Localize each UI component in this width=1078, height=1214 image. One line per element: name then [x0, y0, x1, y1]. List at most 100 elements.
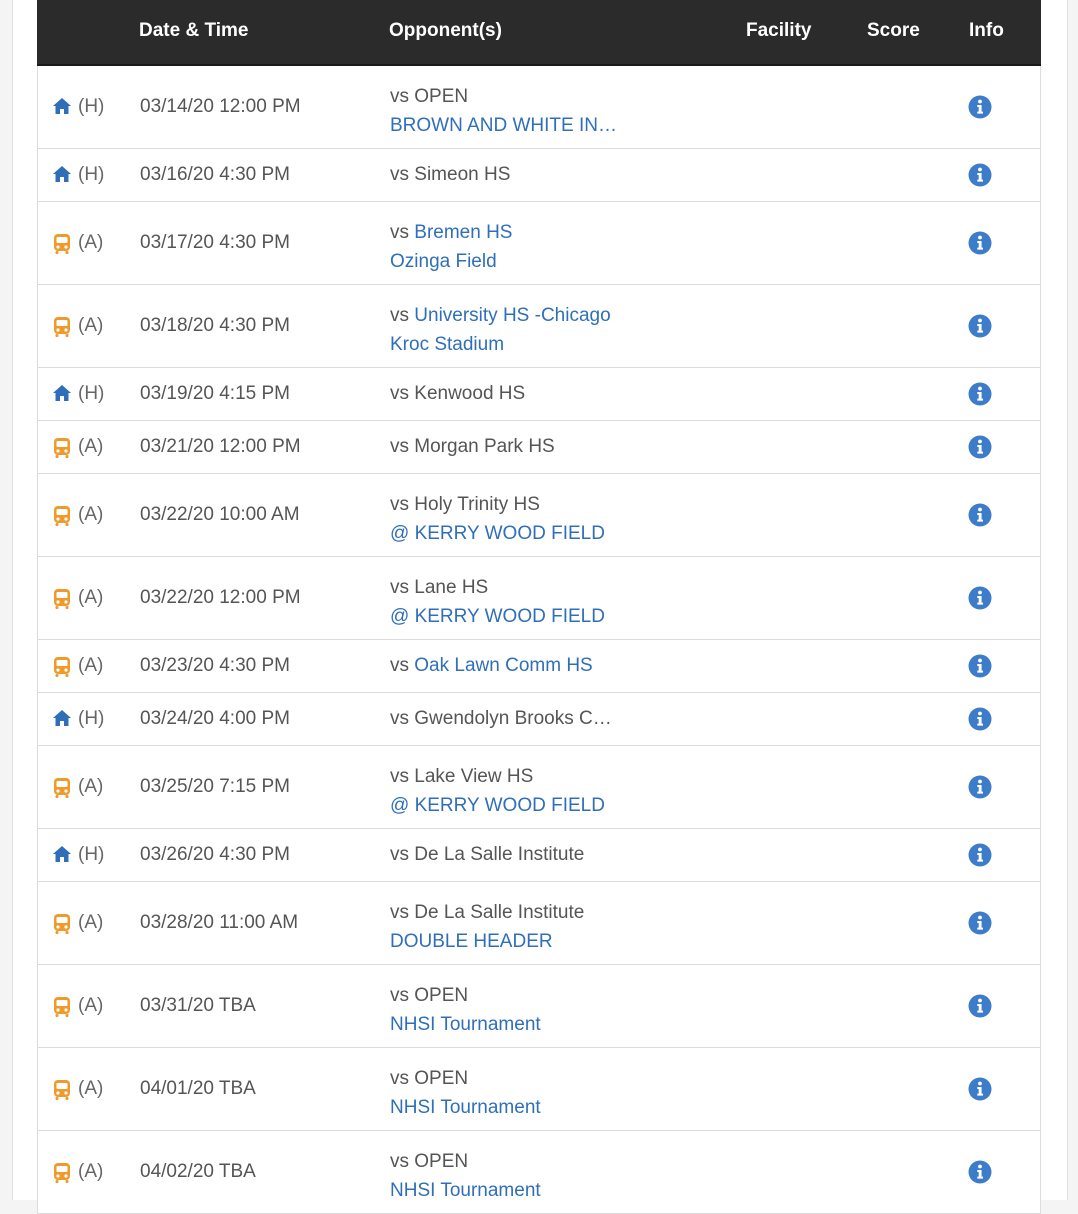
table-row[interactable]: (H) 03/16/20 4:30 PM vs Simeon HS: [37, 149, 1041, 202]
table-row[interactable]: (A) 03/22/20 12:00 PM vs Lane HS @ KERRY…: [37, 557, 1041, 640]
info-icon[interactable]: [968, 911, 992, 935]
location-cell: (A): [52, 995, 103, 1017]
location-label: (H): [78, 96, 105, 117]
bus-icon: [52, 233, 72, 254]
table-row[interactable]: (A) 03/18/20 4:30 PM vs University HS -C…: [37, 285, 1041, 368]
table-row[interactable]: (A) 03/22/20 10:00 AM vs Holy Trinity HS…: [37, 474, 1041, 557]
info-icon[interactable]: [968, 314, 992, 338]
location-cell: (A): [52, 1078, 103, 1100]
opponent-name: vs Gwendolyn Brooks C…: [390, 708, 612, 729]
home-icon: [52, 384, 72, 404]
event-link[interactable]: @ KERRY WOOD FIELD: [390, 606, 605, 627]
event-link[interactable]: BROWN AND WHITE IN…: [390, 115, 617, 136]
bus-icon: [52, 505, 72, 526]
table-row[interactable]: (A) 03/23/20 4:30 PM vs Oak Lawn Comm HS: [37, 640, 1041, 693]
location-cell: (H): [52, 164, 104, 186]
bus-icon: [52, 777, 72, 798]
info-icon[interactable]: [968, 775, 992, 799]
table-row[interactable]: (H) 03/19/20 4:15 PM vs Kenwood HS: [37, 368, 1041, 421]
table-row[interactable]: (A) 03/31/20 TBA vs OPEN NHSI Tournament: [37, 965, 1041, 1048]
opponent-link[interactable]: Bremen HS: [414, 222, 512, 243]
bus-icon: [52, 996, 72, 1017]
location-label: (H): [78, 383, 105, 404]
location-cell: (H): [52, 708, 104, 730]
header-opponents: Opponent(s): [389, 20, 502, 41]
location-cell: (A): [52, 1161, 103, 1183]
date-time: 03/22/20 10:00 AM: [140, 504, 300, 525]
opponent-name: vs OPEN: [390, 86, 469, 107]
info-icon[interactable]: [968, 1077, 992, 1101]
location-label: (A): [78, 587, 104, 608]
info-icon[interactable]: [968, 707, 992, 731]
date-time: 04/01/20 TBA: [140, 1078, 256, 1099]
event-link[interactable]: Kroc Stadium: [390, 334, 504, 355]
date-time: 03/24/20 4:00 PM: [140, 708, 290, 729]
info-icon[interactable]: [968, 586, 992, 610]
bus-icon: [52, 1079, 72, 1100]
date-time: 03/21/20 12:00 PM: [140, 436, 301, 457]
opponent-cell: vs Gwendolyn Brooks C…: [390, 708, 720, 730]
event-link[interactable]: Ozinga Field: [390, 251, 497, 272]
table-row[interactable]: (H) 03/14/20 12:00 PM vs OPEN BROWN AND …: [37, 66, 1041, 149]
opponent-cell: vs Kenwood HS: [390, 383, 720, 405]
table-row[interactable]: (A) 03/21/20 12:00 PM vs Morgan Park HS: [37, 421, 1041, 474]
location-cell: (A): [52, 587, 103, 609]
opponent-cell: vs OPEN BROWN AND WHITE IN…: [390, 82, 720, 140]
opponent-name: vs OPEN: [390, 1151, 469, 1172]
bus-icon: [52, 437, 72, 458]
location-label: (H): [78, 164, 105, 185]
event-link[interactable]: NHSI Tournament: [390, 1097, 541, 1118]
opponent-cell: vs OPEN NHSI Tournament: [390, 1064, 720, 1122]
table-row[interactable]: (H) 03/26/20 4:30 PM vs De La Salle Inst…: [37, 829, 1041, 882]
table-row[interactable]: (A) 04/02/20 TBA vs OPEN NHSI Tournament: [37, 1131, 1041, 1214]
opponent-cell: vs Morgan Park HS: [390, 436, 720, 458]
header-date-time: Date & Time: [139, 20, 249, 41]
table-body: (H) 03/14/20 12:00 PM vs OPEN BROWN AND …: [37, 66, 1041, 1214]
info-icon[interactable]: [968, 843, 992, 867]
date-time: 03/19/20 4:15 PM: [140, 383, 290, 404]
opponent-name: vs: [390, 305, 415, 326]
date-time: 03/28/20 11:00 AM: [140, 912, 299, 933]
table-row[interactable]: (A) 03/17/20 4:30 PM vs Bremen HS Ozinga…: [37, 202, 1041, 285]
opponent-link[interactable]: University HS -Chicago: [414, 305, 610, 326]
opponent-name: vs: [390, 222, 415, 243]
schedule-table: Date & Time Opponent(s) Facility Score I…: [37, 0, 1041, 1214]
info-icon[interactable]: [968, 435, 992, 459]
location-label: (A): [78, 912, 104, 933]
date-time: 03/23/20 4:30 PM: [140, 655, 290, 676]
bus-icon: [52, 588, 72, 609]
opponent-name: vs De La Salle Institute: [390, 902, 585, 923]
bus-icon: [52, 656, 72, 677]
date-time: 03/22/20 12:00 PM: [140, 587, 301, 608]
opponent-cell: vs Bremen HS Ozinga Field: [390, 218, 720, 276]
event-link[interactable]: @ KERRY WOOD FIELD: [390, 523, 605, 544]
info-icon[interactable]: [968, 994, 992, 1018]
info-icon[interactable]: [968, 382, 992, 406]
event-link[interactable]: NHSI Tournament: [390, 1180, 541, 1201]
info-icon[interactable]: [968, 163, 992, 187]
table-row[interactable]: (A) 04/01/20 TBA vs OPEN NHSI Tournament: [37, 1048, 1041, 1131]
table-row[interactable]: (H) 03/24/20 4:00 PM vs Gwendolyn Brooks…: [37, 693, 1041, 746]
info-icon[interactable]: [968, 1160, 992, 1184]
info-icon[interactable]: [968, 231, 992, 255]
opponent-name: vs Lake View HS: [390, 766, 534, 787]
table-row[interactable]: (A) 03/25/20 7:15 PM vs Lake View HS @ K…: [37, 746, 1041, 829]
bus-icon: [52, 913, 72, 934]
location-label: (A): [78, 1161, 104, 1182]
opponent-link[interactable]: Oak Lawn Comm HS: [414, 655, 592, 676]
event-link[interactable]: DOUBLE HEADER: [390, 931, 553, 952]
opponent-cell: vs Oak Lawn Comm HS: [390, 655, 720, 677]
table-row[interactable]: (A) 03/28/20 11:00 AM vs De La Salle Ins…: [37, 882, 1041, 965]
info-icon[interactable]: [968, 503, 992, 527]
location-label: (A): [78, 232, 104, 253]
date-time: 03/16/20 4:30 PM: [140, 164, 290, 185]
event-link[interactable]: @ KERRY WOOD FIELD: [390, 795, 605, 816]
info-icon[interactable]: [968, 95, 992, 119]
location-label: (A): [78, 995, 104, 1016]
event-link[interactable]: NHSI Tournament: [390, 1014, 541, 1035]
opponent-cell: vs OPEN NHSI Tournament: [390, 981, 720, 1039]
header-facility: Facility: [746, 20, 812, 41]
home-icon: [52, 709, 72, 729]
info-icon[interactable]: [968, 654, 992, 678]
location-cell: (A): [52, 315, 103, 337]
